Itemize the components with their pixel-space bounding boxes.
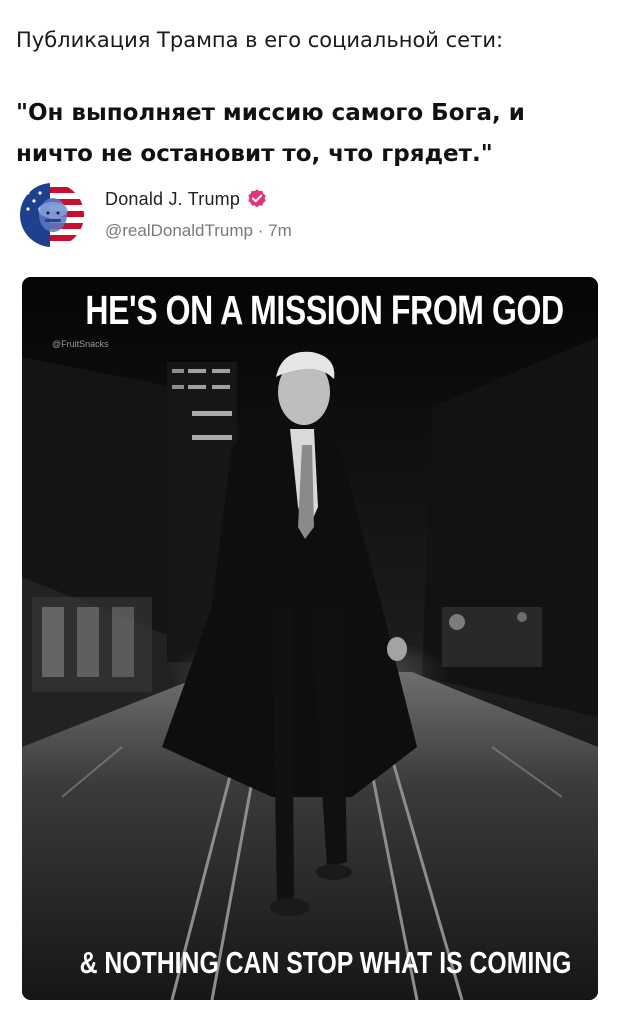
author-name[interactable]: Donald J. Trump bbox=[105, 189, 240, 210]
meme-top-text: HE'S ON A MISSION FROM GOD bbox=[85, 287, 564, 333]
post-image[interactable]: HE'S ON A MISSION FROM GOD @FruitSnacks … bbox=[22, 277, 598, 1000]
meta-separator: · bbox=[257, 221, 264, 240]
verified-badge-icon bbox=[248, 189, 266, 208]
header-caption: Публикация Трампа в его социальной сети: bbox=[16, 28, 504, 52]
flag-portrait-avatar-icon bbox=[20, 183, 84, 247]
meme-bottom-text: & NOTHING CAN STOP WHAT IS COMING bbox=[79, 945, 572, 980]
author-meta: @realDonaldTrump · 7m bbox=[105, 221, 292, 241]
quote-line-2: ничто не остановит то, что грядет." bbox=[16, 141, 493, 167]
author-handle[interactable]: @realDonaldTrump bbox=[105, 221, 253, 240]
street-scene-illustration bbox=[22, 277, 598, 1000]
avatar[interactable] bbox=[20, 183, 84, 247]
post-author: Donald J. Trump @realDonaldTrump · 7m bbox=[20, 183, 580, 251]
post-time[interactable]: 7m bbox=[268, 221, 292, 240]
quote-text: "Он выполняет миссию самого Бога, и ничт… bbox=[16, 93, 606, 175]
image-watermark: @FruitSnacks bbox=[52, 339, 109, 349]
quote-line-1: "Он выполняет миссию самого Бога, и bbox=[16, 100, 525, 126]
